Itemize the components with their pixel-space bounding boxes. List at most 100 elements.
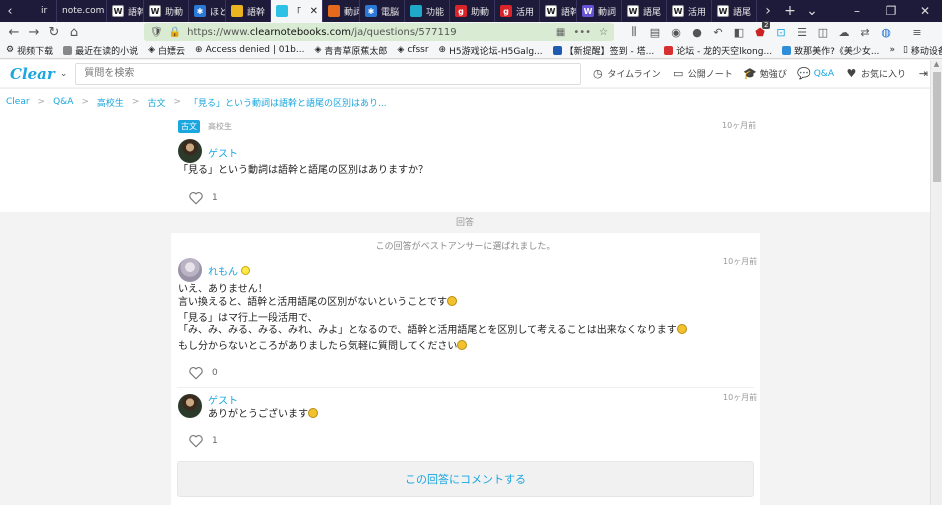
home-icon[interactable]: ⌂ [64,23,84,41]
browser-tab[interactable]: W 語尾 [622,0,667,22]
browser-tab[interactable]: 動詞 [323,0,360,22]
tab-label: 語尾 [733,7,752,18]
answer-username[interactable]: れもん [208,263,251,278]
breadcrumb-link[interactable]: 高校生 [97,96,124,109]
bookmark-label: H5游戏论坛-H5Galg... [449,46,543,57]
qr-code-icon[interactable]: ▦ [556,27,565,38]
browser-tab[interactable]: W 語幹 [107,0,144,22]
page-actions-icon[interactable]: ••• [573,27,591,38]
bookmark-item[interactable]: ⊕ Access denied | 01b... [195,45,304,55]
reload-icon[interactable]: ↻ [44,23,64,41]
nav-timeline[interactable]: ◷ タイムライン [591,67,661,80]
bilibili-icon[interactable]: ⊡ [775,26,787,39]
cloud-icon[interactable]: ☁ [838,26,850,39]
url-bar[interactable]: 🛡 🔒 https://www.clearnotebooks.com/ja/qu… [144,23,614,41]
profile-icon[interactable]: ◍ [880,26,892,39]
chat-icon: 💬 [797,67,812,80]
chevron-down-icon[interactable]: ⌄ [801,3,823,19]
browser-tab[interactable]: 語幹 [226,0,271,22]
back-icon[interactable]: ← [4,23,24,41]
tab-favicon: ✱ [365,5,377,17]
browser-tab[interactable]: g 助動 [450,0,495,22]
avatar[interactable] [178,139,202,163]
page-scrollbar[interactable]: ▲ [930,60,942,505]
subject-tag[interactable]: 古文 [178,120,200,133]
answer-like-button[interactable]: 0 [188,366,218,380]
bookmark-item[interactable]: ◈ cfssr [397,45,428,55]
extension-icon[interactable]: ◧ [733,26,745,39]
nav-study[interactable]: 🎓 勉強ぴ [743,67,786,80]
url-text: https://www.clearnotebooks.com/ja/questi… [187,27,456,38]
tab-scroll-left-icon[interactable]: ‹ [0,0,20,22]
bookmark-item[interactable]: ◈ 青青草原蕉太郎 [314,44,387,57]
breadcrumb-link[interactable]: 古文 [147,96,165,109]
screenshot-icon[interactable]: ◫ [817,26,829,39]
browser-tab[interactable]: W 助動 [144,0,189,22]
question-username[interactable]: ゲスト [208,145,238,160]
avatar[interactable] [178,258,202,282]
maximize-icon[interactable]: ❐ [874,4,908,18]
browser-tab[interactable]: ✱ ほと [189,0,226,22]
bookmark-item[interactable]: ⚙ 视频下载 [6,44,53,57]
answer-line-wrap: 言い換えると、語幹と活用語尾の区別がないということです [178,296,457,310]
bookmark-item[interactable]: ▯移动设备上的书签 [903,44,942,57]
close-window-icon[interactable]: ✕ [908,4,942,18]
tab-close-icon[interactable]: ✕ [310,6,318,17]
search-input[interactable] [75,62,582,85]
wikipedia-icon: W [112,5,124,17]
comment-username[interactable]: ゲスト [208,392,238,407]
nav-qa[interactable]: 💬 Q&A [797,67,834,80]
scroll-up-icon[interactable]: ▲ [931,60,942,72]
bookmark-item[interactable]: 论坛 - 龙的天空lkong... [664,44,772,57]
login-button[interactable]: ⇥ [917,67,930,80]
new-tab-icon[interactable]: + [779,3,801,19]
bookmark-star-icon[interactable]: ☆ [599,27,608,38]
browser-tab[interactable]: ✱ 電脳 [360,0,405,22]
breadcrumb-link[interactable]: Q&A [53,97,73,107]
menu-icon[interactable]: ≡ [911,26,923,39]
chevron-right-icon[interactable]: » [889,45,895,55]
sidebar-icon[interactable]: ▤ [649,26,661,39]
browser-tab[interactable]: W 動詞 [577,0,622,22]
nav-public-notes[interactable]: ▭ 公開ノート [672,67,733,80]
tab-favicon: W [582,5,594,17]
tab-favicon [25,5,37,17]
browser-tab[interactable]: W 語幹 [540,0,577,22]
extension-badge: 2 [762,21,771,29]
minimize-icon[interactable]: – [840,4,874,18]
comment-like-button[interactable]: 1 [188,434,218,448]
browser-tab[interactable]: note.com [57,0,107,22]
bookmark-item[interactable]: 最近在读的小说 [63,44,138,57]
library-icon[interactable]: ⫼ [628,25,640,38]
ublock-icon[interactable]: ⬟ 2 [754,21,771,39]
bookmark-item[interactable]: ◈ 白嫖云 [148,44,185,57]
browser-tab[interactable]: W 語尾 [712,0,757,22]
avatar[interactable] [178,394,202,418]
tab-scroll-right-icon[interactable]: › [757,3,779,19]
undo-icon[interactable]: ↶ [712,26,724,39]
scrollbar-thumb[interactable] [933,72,941,182]
sync-icon[interactable]: ⇄ [859,26,871,39]
chevron-down-icon[interactable]: ⌄ [60,69,68,79]
forward-icon[interactable]: → [24,23,44,41]
nav-favorites[interactable]: ♥ お気に入り [845,67,906,80]
site-nav: ◷ タイムライン ▭ 公開ノート 🎓 勉強ぴ 💬 Q&A ♥ お気に入り ⇥ [591,67,930,80]
bookmark-item[interactable]: ⊕ H5游戏论坛-H5Galg... [439,44,543,57]
browser-tab[interactable]: 功能 [405,0,450,22]
bookmark-item[interactable]: 致那美作?《美少女... [782,44,879,57]
browser-tab[interactable]: g 活用 [495,0,540,22]
chat-bubble-icon[interactable]: ● [691,26,703,39]
bookmark-item[interactable]: 【新提醒】签到 - 塔... [552,44,654,57]
question-like-button[interactable]: 1 [188,191,218,205]
comment-on-answer-button[interactable]: この回答にコメントする [177,461,754,497]
translate-icon[interactable]: ☰ [796,26,808,39]
breadcrumb-link[interactable]: Clear [6,97,30,107]
browser-tab[interactable]: W 活用 [667,0,712,22]
clear-logo[interactable]: Clear [10,65,55,83]
divider [177,387,754,388]
account-icon[interactable]: ◉ [670,26,682,39]
browser-tab[interactable]: ir [20,0,57,22]
browser-tab-active[interactable]: 「✕ [271,0,323,22]
tab-label: 活用 [516,7,535,18]
heart-icon [189,367,203,380]
